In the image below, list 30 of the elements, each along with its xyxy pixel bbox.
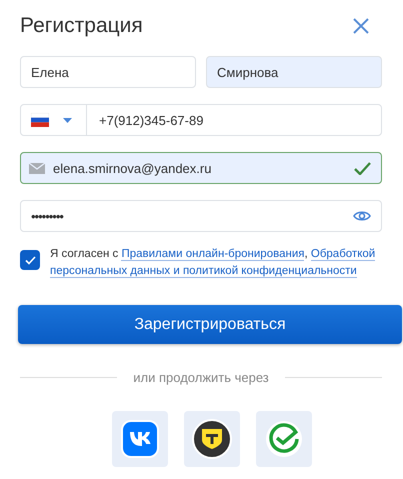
first-name-field[interactable]: Елена (20, 56, 196, 88)
consent-text: Я согласен с Правилами онлайн-бронирования, Обработкой персональных данных и политикой конфиденциальности (50, 247, 376, 280)
password-field[interactable]: ••••••••• (20, 200, 382, 232)
email-input[interactable]: elena.smirnova@yandex.ru (53, 160, 346, 176)
email-field[interactable]: elena.smirnova@yandex.ru (20, 152, 382, 184)
social-login-button[interactable] (184, 411, 240, 467)
vk-logo-icon (121, 420, 159, 458)
eye-icon[interactable] (353, 210, 371, 222)
dialog-title: Регистрация (20, 14, 143, 38)
phone-field[interactable]: +7(912)345-67-89 (20, 104, 382, 136)
check-circle-logo-icon (265, 420, 303, 458)
register-button[interactable]: Зарегистрироваться (18, 305, 402, 344)
close-button[interactable] (353, 18, 369, 34)
password-input[interactable]: ••••••••• (31, 208, 345, 224)
policy-link[interactable]: Правилами онлайн-бронирования (121, 248, 304, 261)
caret-icon (63, 118, 72, 122)
last-name-input[interactable]: Смирнова (217, 64, 371, 80)
consent-checkbox[interactable] (20, 250, 40, 270)
flag-icon (31, 113, 49, 127)
divider-label: или продолжить через (133, 370, 269, 385)
first-name-input[interactable]: Елена (31, 64, 185, 80)
country-selector[interactable] (31, 105, 87, 135)
policy-link[interactable]: Обработкой (310, 248, 376, 261)
phone-input[interactable]: +7(912)345-67-89 (95, 112, 371, 128)
last-name-field[interactable]: Смирнова (206, 56, 382, 88)
envelope-icon (29, 162, 45, 174)
checkmark-icon (354, 162, 371, 174)
policy-link[interactable]: персональных данных и политикой конфиденциальности (50, 265, 357, 278)
shield-logo-icon (192, 419, 232, 459)
check-icon (24, 256, 36, 264)
